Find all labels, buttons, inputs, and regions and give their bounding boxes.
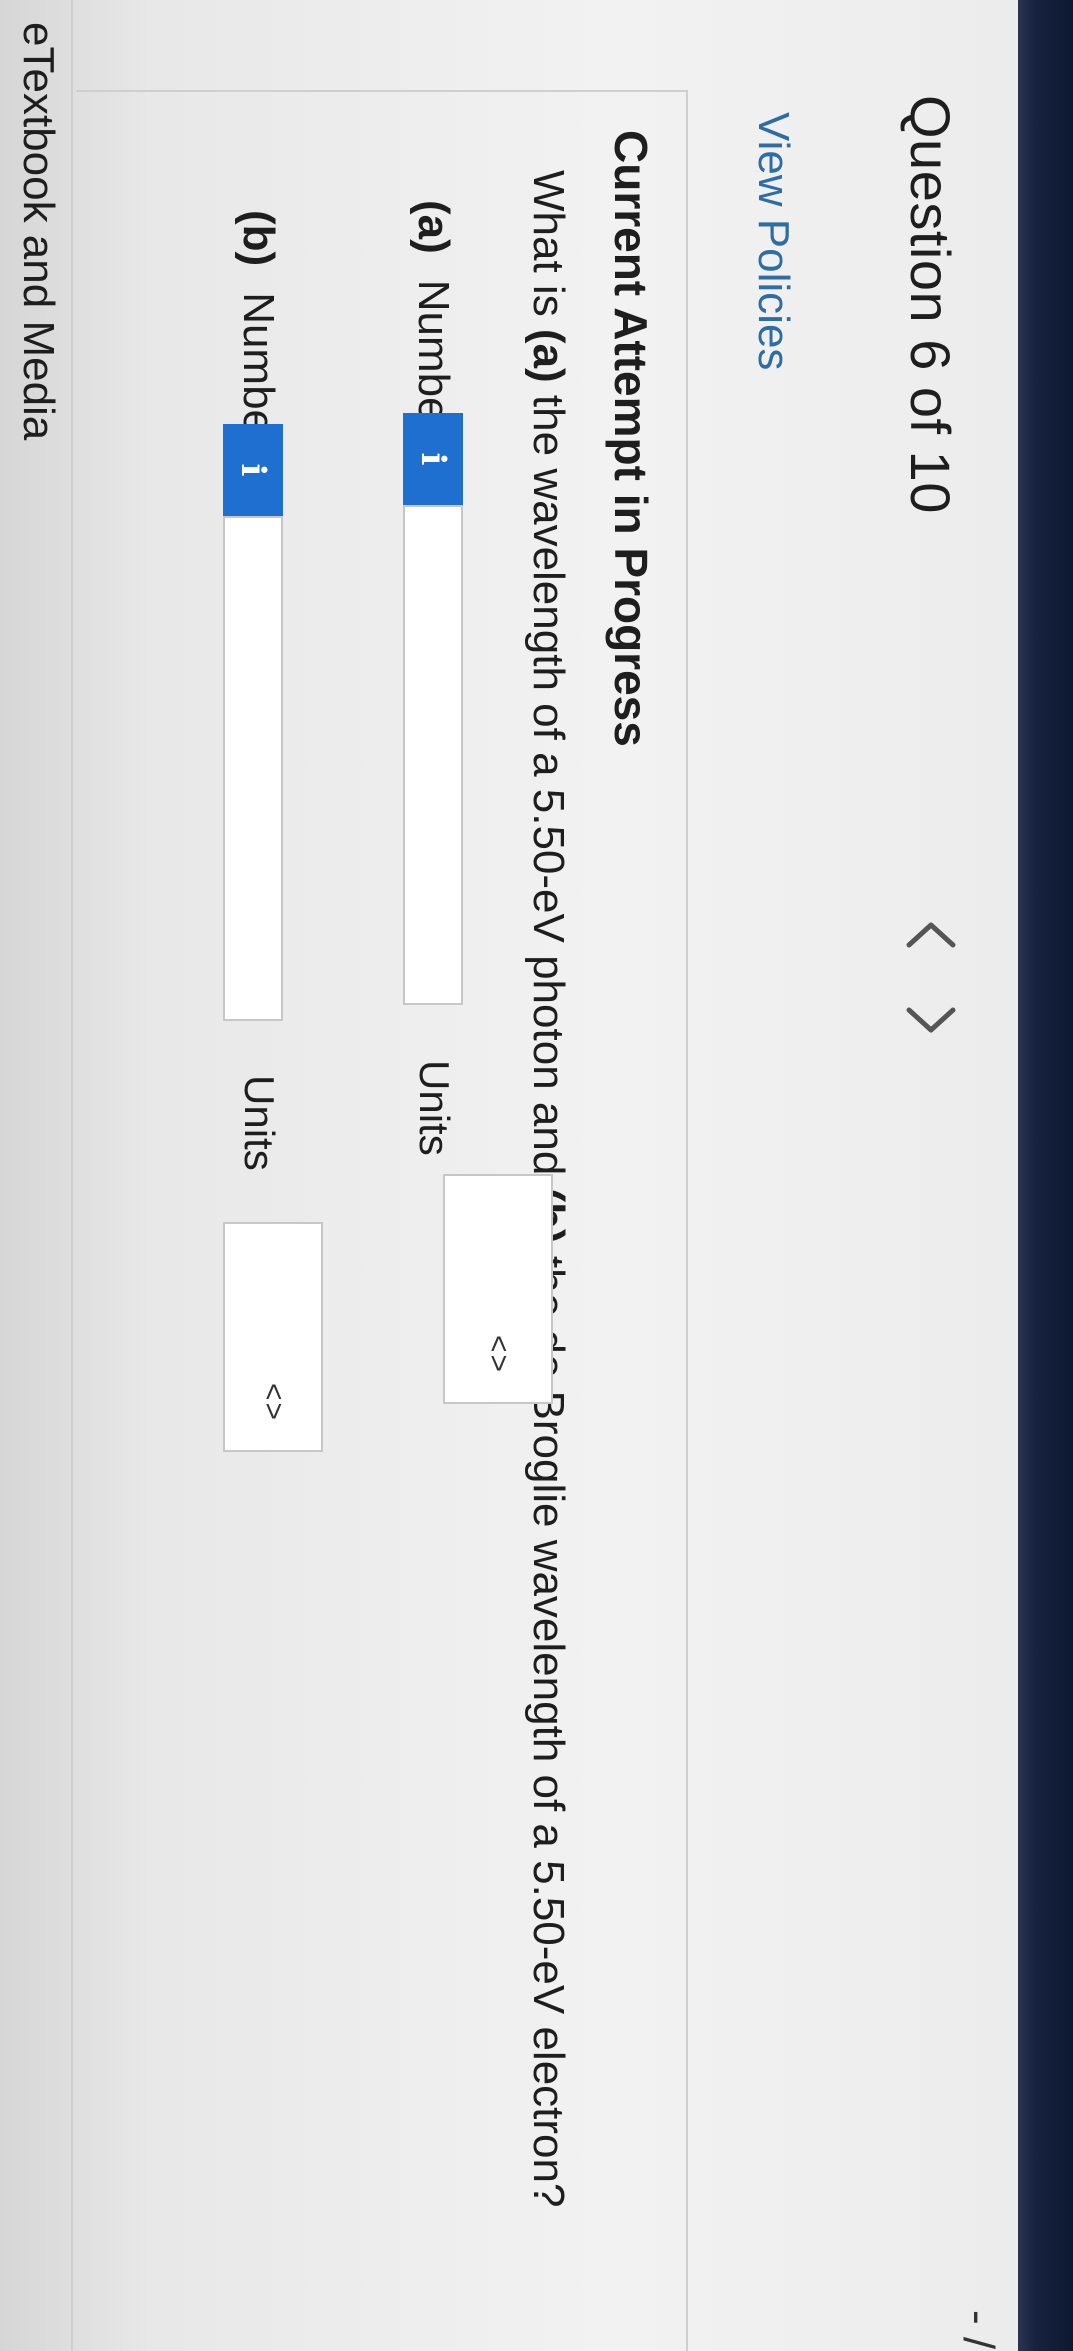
attempt-status-title: Current Attempt in Progress [605,130,657,747]
next-question-button[interactable] [889,1000,961,1040]
select-arrows-icon: <> [257,1382,290,1422]
part-a-info-button[interactable]: i [403,413,463,505]
rotated-canvas: - / Question 6 of 10 View Policies Curre… [0,0,1073,2351]
prompt-middle: the wavelength of a 5.50-eV photon and [524,382,573,1188]
attempt-card [76,90,688,2351]
info-icon: i [413,452,453,466]
info-icon: i [233,463,273,477]
part-a-units-select[interactable]: <> [443,1174,553,1404]
view-policies-link[interactable]: View Policies [748,112,798,370]
part-a-number-input[interactable] [403,505,463,1005]
part-b-units-label: Units [236,1075,283,1171]
prompt-prefix: What is [524,170,573,329]
part-a-tag: (a) [409,200,458,254]
chevron-left-icon [906,922,956,948]
part-b-tag: (b) [234,210,283,267]
part-b-info-button[interactable]: i [223,424,283,516]
screen: - / Question 6 of 10 View Policies Curre… [0,0,1073,2351]
prompt-part-a-tag: (a) [524,328,573,383]
chevron-right-icon [906,1007,956,1033]
previous-question-button[interactable] [889,915,961,955]
part-b-label: (b)Number [233,210,283,449]
part-a-units-label: Units [411,1060,458,1156]
part-a-label: (a)Number [408,200,458,436]
question-title: Question 6 of 10 [899,95,962,514]
corner-mark: - / [954,2310,1003,2350]
etextbook-media-toggle[interactable]: eTextbook and Media [13,22,63,440]
browser-edge-strip [1018,0,1073,2351]
select-arrows-icon: <> [482,1334,515,1374]
part-b-number-input[interactable] [223,516,283,1021]
part-b-units-select[interactable]: <> [223,1222,323,1452]
